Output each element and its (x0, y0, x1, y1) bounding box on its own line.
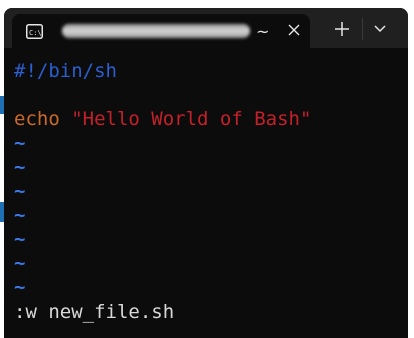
tab-title-suffix: ~ (256, 22, 270, 41)
chevron-down-icon (374, 25, 386, 33)
echo-string: "Hello World of Bash" (71, 108, 312, 130)
empty-line-marker: ~ (14, 132, 26, 154)
empty-line-marker: ~ (14, 156, 26, 178)
echo-line: echo "Hello World of Bash" (14, 107, 311, 131)
command-line[interactable]: :w new_file.sh (14, 300, 174, 324)
echo-keyword: echo (14, 108, 60, 130)
terminal-window: C:\ ~ #!/bin/sh echo "Hello World of Bas… (4, 8, 408, 338)
titlebar-divider (362, 18, 363, 40)
empty-line-marker: ~ (14, 276, 26, 298)
tab-dropdown-button[interactable] (366, 16, 394, 42)
empty-line-marker: ~ (14, 204, 26, 226)
svg-text:C:\: C:\ (29, 29, 42, 37)
terminal-tab[interactable]: C:\ ~ (12, 14, 310, 48)
tab-close-button[interactable] (282, 18, 306, 42)
plus-icon (335, 22, 349, 36)
title-bar: C:\ ~ (4, 8, 408, 48)
shebang-line: #!/bin/sh (14, 60, 117, 82)
terminal-icon: C:\ (26, 24, 43, 39)
empty-line-marker: ~ (14, 180, 26, 202)
new-tab-button[interactable] (328, 16, 356, 42)
empty-line-marker: ~ (14, 228, 26, 250)
close-icon (288, 24, 300, 36)
vim-editor[interactable]: #!/bin/sh echo "Hello World of Bash" ~ ~… (4, 48, 408, 338)
tab-title-redacted (62, 24, 250, 38)
empty-line-marker: ~ (14, 252, 26, 274)
